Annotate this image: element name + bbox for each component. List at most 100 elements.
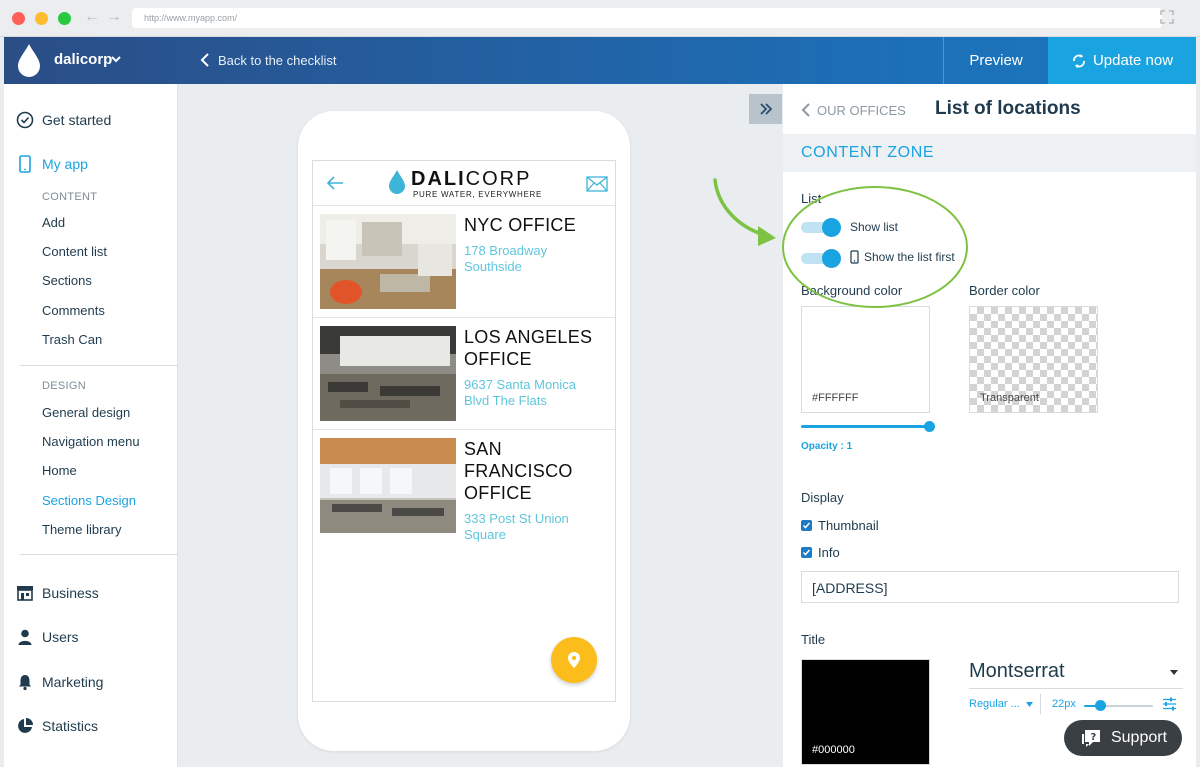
sliders-icon[interactable] (1162, 697, 1177, 711)
app-header: dalicorp Back to the checklist Preview U… (4, 37, 1196, 84)
preview-label: Preview (969, 52, 1023, 69)
office-name-line: LOS ANGELES (464, 327, 593, 347)
office-address-line: 178 Broadway (464, 243, 548, 258)
sidebar-label: Users (42, 629, 79, 645)
phone-screen: DALICORP PURE WATER, EVERYWHERE NYC OFFI… (312, 160, 616, 702)
update-now-button[interactable]: Update now (1048, 37, 1196, 84)
sidebar-item-marketing[interactable]: Marketing (16, 673, 103, 691)
font-size-value: 22px (1052, 698, 1076, 710)
minimize-window-button[interactable] (35, 12, 48, 25)
caret-down-icon[interactable] (1170, 670, 1178, 675)
app-bar: DALICORP PURE WATER, EVERYWHERE (313, 161, 615, 206)
sidebar: Get started My app CONTENT Add Content l… (4, 84, 178, 767)
list-item[interactable]: NYC OFFICE 178 Broadway Southside (313, 206, 615, 318)
phone-icon (19, 155, 31, 173)
border-color-swatch[interactable]: Transparent (969, 306, 1098, 413)
font-family-select[interactable]: Montserrat (969, 660, 1183, 689)
maximize-window-button[interactable] (58, 12, 71, 25)
annotation-arrow-icon (713, 178, 776, 246)
info-checkbox[interactable]: Info (801, 545, 840, 560)
map-pin-icon (568, 652, 580, 668)
office-address-line: Blvd The Flats (464, 393, 547, 408)
back-to-checklist-link[interactable]: Back to the checklist (200, 52, 337, 68)
sidebar-item-add[interactable]: Add (42, 215, 65, 230)
checkmark-icon (802, 549, 811, 556)
opacity-slider-track[interactable] (801, 425, 929, 428)
chevron-left-icon (200, 53, 209, 67)
list-item[interactable]: LOS ANGELES OFFICE 9637 Santa Monica Blv… (313, 318, 615, 430)
list-item[interactable]: SAN FRANCISCO OFFICE 333 Post St Union S… (313, 430, 615, 542)
sidebar-item-users[interactable]: Users (16, 628, 79, 646)
map-pin-button[interactable] (551, 637, 597, 683)
title-label: Title (801, 632, 826, 647)
annotation-highlight-ring (782, 186, 968, 308)
font-size-slider-handle[interactable] (1095, 700, 1106, 711)
thumbnail-label: Thumbnail (818, 518, 879, 533)
sidebar-item-navigation-menu[interactable]: Navigation menu (42, 434, 140, 449)
sidebar-item-my-app[interactable]: My app (16, 155, 88, 173)
support-button[interactable]: ? Support (1064, 720, 1182, 756)
sidebar-item-home[interactable]: Home (42, 463, 77, 478)
our-offices-back-link[interactable]: OUR OFFICES (801, 102, 906, 118)
browser-forward-icon[interactable]: → (106, 8, 122, 26)
opacity-value: Opacity : 1 (801, 441, 853, 452)
background-color-value: #FFFFFF (812, 392, 859, 404)
sidebar-item-sections-design[interactable]: Sections Design (42, 493, 136, 508)
content-zone-heading: CONTENT ZONE (783, 134, 1196, 172)
sidebar-label: Get started (42, 112, 112, 128)
sidebar-label: Statistics (42, 718, 99, 734)
office-photo-nyc (320, 214, 456, 309)
office-name: NYC OFFICE (464, 214, 609, 236)
sidebar-item-content-list[interactable]: Content list (42, 244, 107, 259)
border-color-label: Border color (969, 283, 1040, 298)
office-address: 333 Post St Union Square (464, 511, 609, 543)
sidebar-item-theme-library[interactable]: Theme library (42, 522, 121, 537)
browser-back-icon[interactable]: ← (84, 8, 100, 26)
dalicorp-logo-icon[interactable] (14, 42, 44, 78)
brand-name[interactable]: dalicorp (54, 51, 112, 68)
office-name-line: SAN (464, 439, 502, 459)
sidebar-divider (20, 554, 178, 555)
sidebar-item-get-started[interactable]: Get started (16, 111, 111, 129)
info-label: Info (818, 545, 840, 560)
arrow-left-icon[interactable] (325, 174, 345, 192)
app-tagline: PURE WATER, EVERYWHERE (413, 190, 543, 199)
sidebar-item-general-design[interactable]: General design (42, 405, 130, 420)
font-weight-select[interactable]: Regular ... (969, 698, 1033, 710)
checkbox-checked (801, 520, 812, 531)
back-to-checklist-label: Back to the checklist (218, 52, 337, 68)
office-name: LOS ANGELES OFFICE (464, 326, 609, 370)
office-name: SAN FRANCISCO OFFICE (464, 438, 609, 504)
sidebar-item-comments[interactable]: Comments (42, 303, 105, 318)
thumbnail-checkbox[interactable]: Thumbnail (801, 518, 879, 533)
water-drop-logo-icon (389, 170, 405, 194)
office-photo-los-angeles (320, 326, 456, 421)
opacity-slider-handle[interactable] (924, 421, 935, 432)
fullscreen-icon[interactable] (1160, 10, 1174, 24)
close-window-button[interactable] (12, 12, 25, 25)
info-field-input[interactable]: [ADDRESS] (801, 571, 1179, 603)
preview-button[interactable]: Preview (943, 37, 1048, 84)
display-label: Display (801, 490, 844, 505)
panel-title: List of locations (935, 98, 1081, 119)
background-color-swatch[interactable]: #FFFFFF (801, 306, 930, 413)
address-bar[interactable]: http://www.myapp.com/ (132, 8, 1162, 28)
office-address-line: Square (464, 527, 506, 542)
bell-icon (19, 675, 31, 691)
sidebar-item-sections[interactable]: Sections (42, 273, 92, 288)
collapse-panel-button[interactable] (749, 94, 782, 124)
sidebar-divider (20, 365, 178, 366)
office-address-line: 9637 Santa Monica (464, 377, 577, 392)
chevron-down-icon[interactable] (110, 53, 122, 65)
sidebar-item-business[interactable]: Business (16, 584, 99, 602)
title-color-value: #000000 (812, 744, 855, 756)
title-color-swatch[interactable]: #000000 (801, 659, 930, 765)
logo-bold-text: DALI (411, 168, 466, 190)
office-address-line: 333 Post St Union (464, 511, 569, 526)
office-name-line: NYC OFFICE (464, 215, 577, 235)
mail-icon[interactable] (586, 176, 608, 192)
sidebar-label: Business (42, 585, 99, 601)
sidebar-item-trash-can[interactable]: Trash Can (42, 332, 102, 347)
sidebar-item-statistics[interactable]: Statistics (16, 717, 98, 735)
app-logo-text: DALICORP (411, 168, 531, 191)
